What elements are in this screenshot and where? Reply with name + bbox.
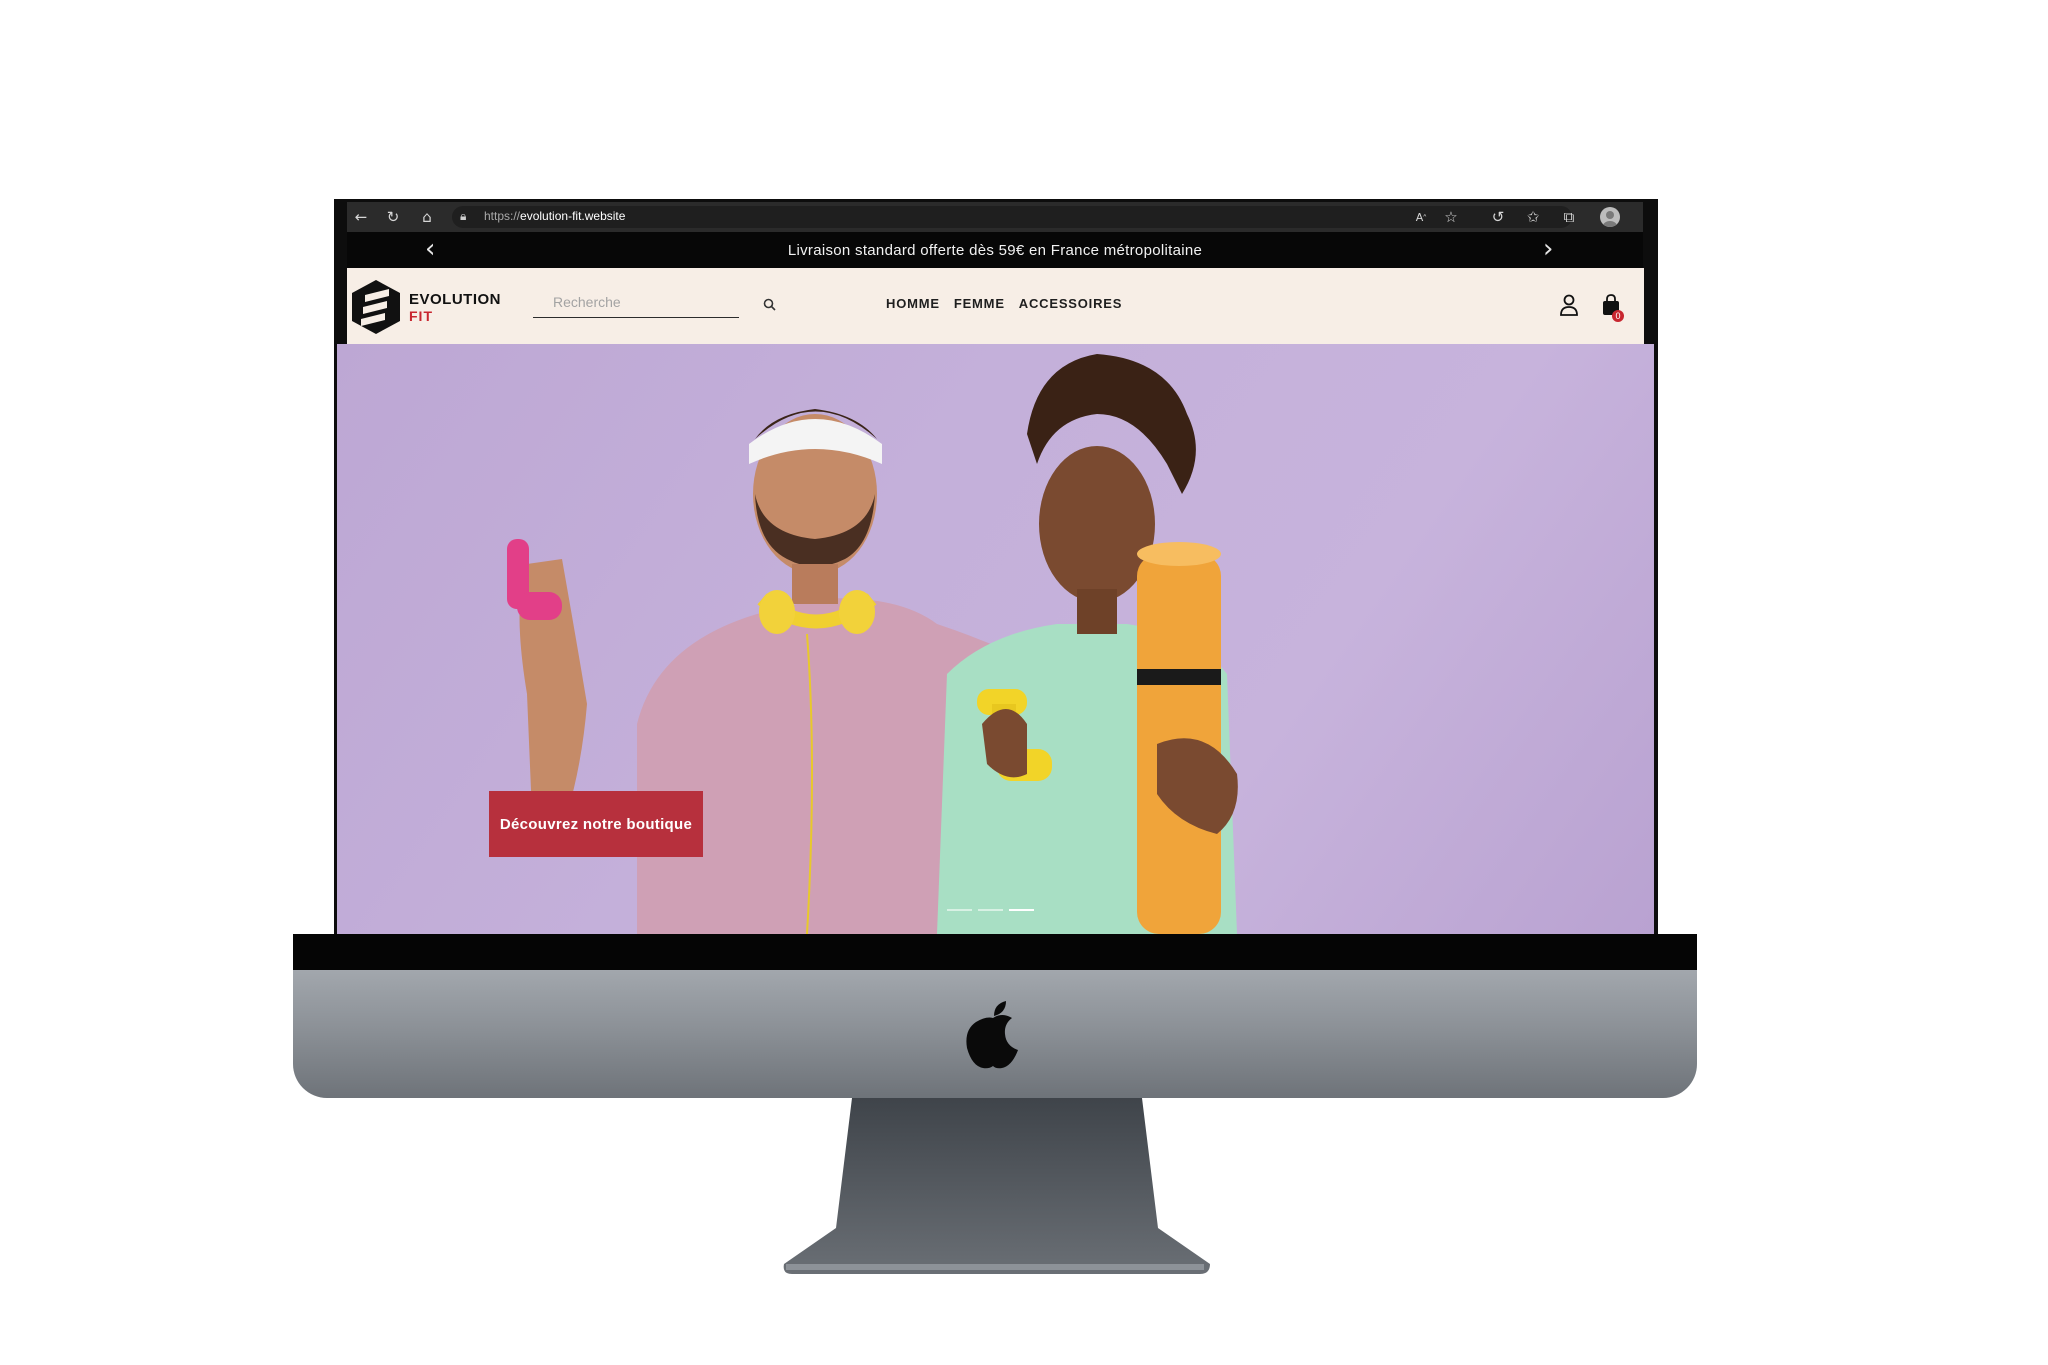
- refresh-icon[interactable]: ↺: [1484, 202, 1512, 232]
- site-logo[interactable]: EVOLUTION FIT: [347, 272, 507, 336]
- site-header: EVOLUTION FIT HOMME FEMME ACCESSOIRES 0: [347, 268, 1644, 344]
- favorite-add-icon[interactable]: ☆: [1437, 202, 1465, 232]
- slider-dot-1[interactable]: [947, 909, 972, 911]
- announcement-text: Livraison standard offerte dès 59€ en Fr…: [787, 241, 1203, 259]
- nav-item-femme[interactable]: FEMME: [954, 296, 1005, 311]
- slider-dot-2[interactable]: [978, 909, 1003, 911]
- slider-pagination: [947, 909, 1034, 911]
- url-text: https://evolution-fit.website: [484, 209, 626, 223]
- account-icon[interactable]: [1559, 294, 1579, 316]
- cart-count-badge: 0: [1612, 310, 1624, 322]
- announcement-prev-button[interactable]: ‹: [425, 234, 436, 264]
- logo-mark-icon: [352, 280, 400, 334]
- logo-text-evolution: EVOLUTION: [409, 291, 502, 308]
- slider-dot-3-active[interactable]: [1009, 909, 1034, 911]
- announcement-bar: ‹ Livraison standard offerte dès 59€ en …: [347, 232, 1643, 268]
- home-icon[interactable]: ⌂: [413, 202, 441, 232]
- nav-item-accessoires[interactable]: ACCESSOIRES: [1019, 296, 1122, 311]
- profile-icon[interactable]: [1600, 207, 1620, 227]
- lock-icon: 🔒︎: [460, 209, 467, 223]
- favorites-icon[interactable]: ✩: [1519, 202, 1547, 232]
- hero-banner: Découvrez notre boutique: [337, 344, 1654, 934]
- announcement-next-button[interactable]: ›: [1543, 234, 1554, 264]
- nav-item-homme[interactable]: HOMME: [886, 296, 940, 311]
- browser-toolbar: ← ↻ ⌂ 🔒︎ https://evolution-fit.website A…: [347, 202, 1643, 232]
- read-aloud-icon[interactable]: Aᴬ: [1407, 202, 1435, 232]
- search-input[interactable]: [533, 286, 739, 318]
- monitor-stand: [783, 1098, 1210, 1274]
- collections-icon[interactable]: ⧉: [1555, 202, 1583, 232]
- apple-logo-icon: [966, 1001, 1018, 1069]
- logo-text-fit: FIT: [409, 308, 433, 324]
- shop-cta-button[interactable]: Découvrez notre boutique: [489, 791, 703, 857]
- back-icon[interactable]: ←: [347, 202, 375, 232]
- reload-icon[interactable]: ↻: [379, 202, 407, 232]
- search-icon[interactable]: [759, 294, 779, 314]
- address-bar[interactable]: 🔒︎ https://evolution-fit.website: [452, 206, 1572, 228]
- search-field: [533, 286, 743, 320]
- monitor-bottom-bezel: [293, 934, 1697, 970]
- main-nav: HOMME FEMME ACCESSOIRES: [886, 296, 1122, 311]
